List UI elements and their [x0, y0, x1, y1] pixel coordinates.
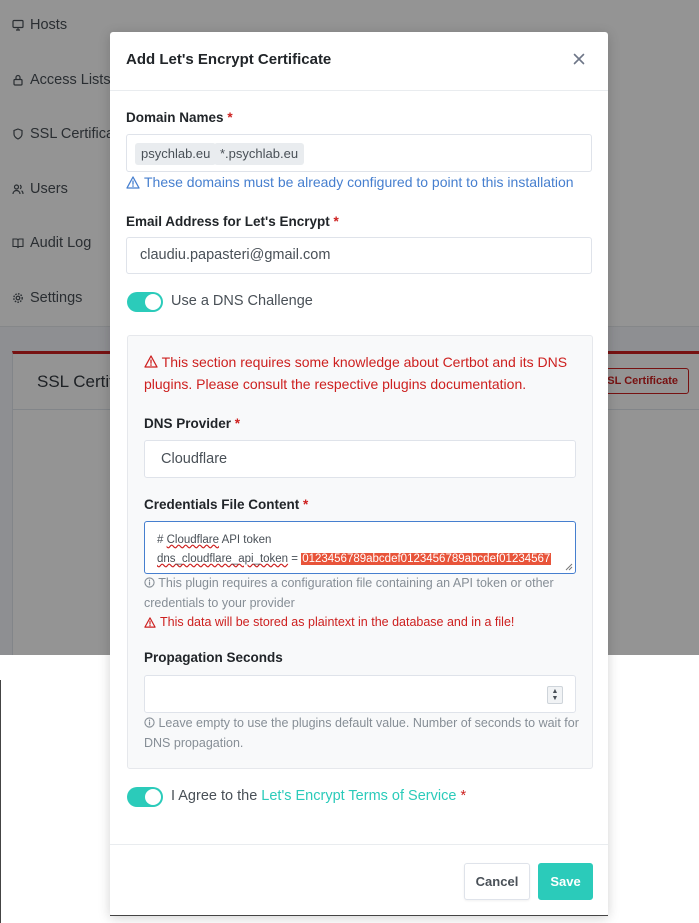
- close-button[interactable]: [568, 48, 590, 70]
- chevron-up-icon[interactable]: ▲: [552, 688, 559, 695]
- email-label: Email Address for Let's Encrypt *: [126, 214, 339, 229]
- alert-triangle-icon: [144, 355, 158, 368]
- dns-challenge-label: Use a DNS Challenge: [171, 293, 313, 309]
- chevron-down-icon[interactable]: ▼: [552, 695, 559, 702]
- dns-provider-select[interactable]: Cloudflare: [144, 440, 576, 478]
- agree-tos-label: I Agree to the Let's Encrypt Terms of Se…: [171, 788, 467, 804]
- propagation-label: Propagation Seconds: [144, 650, 283, 665]
- modal-header: Add Let's Encrypt Certificate: [110, 32, 608, 91]
- credentials-line-1: # Cloudflare API token: [157, 534, 272, 546]
- propagation-hint: Leave empty to use the plugins default v…: [144, 713, 580, 753]
- info-icon: [144, 717, 155, 728]
- agree-tos-toggle[interactable]: [127, 787, 163, 807]
- resize-handle-icon[interactable]: [565, 563, 573, 571]
- modal-footer: Cancel Save: [110, 844, 608, 916]
- tos-link[interactable]: Let's Encrypt Terms of Service: [261, 788, 456, 804]
- divider: [0, 680, 1, 923]
- domain-names-label: Domain Names *: [126, 110, 233, 125]
- propagation-hint-text: Leave empty to use the plugins default v…: [144, 716, 579, 750]
- credentials-warning-text: This data will be stored as plaintext in…: [160, 615, 515, 629]
- domain-tag[interactable]: psychlab.eu: [135, 143, 217, 165]
- credentials-hint: This plugin requires a configuration fil…: [144, 573, 580, 613]
- email-field[interactable]: claudiu.papasteri@gmail.com: [126, 237, 592, 274]
- divider: [110, 915, 608, 916]
- dns-provider-label: DNS Provider *: [144, 416, 241, 431]
- domains-hint: These domains must be already configured…: [126, 174, 574, 190]
- credentials-line-2: dns_cloudflare_api_token = 0123456789abc…: [157, 553, 552, 565]
- credentials-label: Credentials File Content *: [144, 497, 309, 512]
- dns-challenge-toggle[interactable]: [127, 292, 163, 312]
- dns-provider-value: Cloudflare: [161, 451, 228, 467]
- close-icon: [573, 53, 585, 65]
- domains-hint-text: These domains must be already configured…: [144, 174, 574, 190]
- credentials-hint-text: This plugin requires a configuration fil…: [144, 576, 554, 610]
- dns-challenge-section: This section requires some knowledge abo…: [127, 335, 593, 769]
- dns-warning: This section requires some knowledge abo…: [144, 351, 580, 395]
- credentials-textarea[interactable]: # Cloudflare API token dns_cloudflare_ap…: [144, 521, 576, 574]
- number-stepper[interactable]: ▲ ▼: [547, 686, 563, 704]
- credentials-warning: This data will be stored as plaintext in…: [144, 615, 514, 629]
- alert-triangle-icon: [144, 616, 156, 628]
- email-value: claudiu.papasteri@gmail.com: [140, 247, 331, 263]
- api-token-selection: 0123456789abcdef0123456789abcdef01234567: [301, 553, 552, 565]
- domain-tag[interactable]: *.psychlab.eu: [214, 143, 305, 165]
- dns-warning-text: This section requires some knowledge abo…: [144, 354, 568, 392]
- modal-title: Add Let's Encrypt Certificate: [126, 51, 332, 68]
- alert-triangle-icon: [126, 175, 140, 189]
- domain-names-input[interactable]: psychlab.eu *.psychlab.eu: [126, 134, 592, 172]
- info-icon: [144, 577, 155, 588]
- add-certificate-dialog: Add Let's Encrypt Certificate Domain Nam…: [110, 32, 608, 916]
- cancel-button[interactable]: Cancel: [464, 863, 530, 900]
- propagation-seconds-input[interactable]: ▲ ▼: [144, 675, 576, 713]
- save-button[interactable]: Save: [538, 863, 593, 900]
